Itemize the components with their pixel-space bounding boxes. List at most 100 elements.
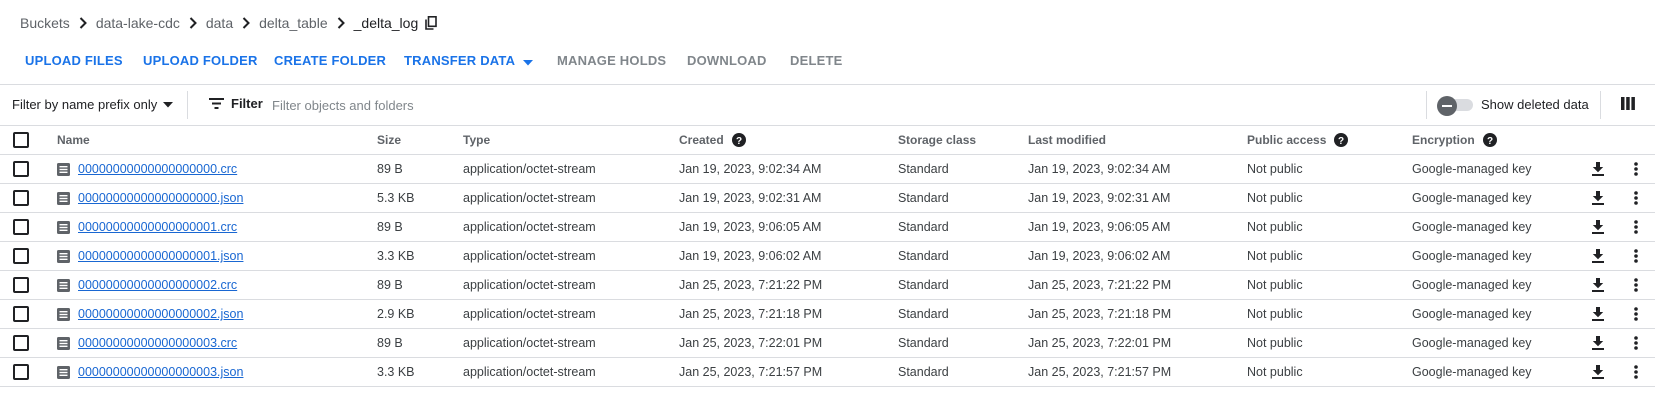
manage-holds-button[interactable]: MANAGE HOLDS: [557, 53, 666, 68]
type-cell: application/octet-stream: [463, 220, 596, 234]
row-checkbox[interactable]: [13, 190, 29, 206]
more-vert-icon[interactable]: [1634, 242, 1638, 270]
delete-button[interactable]: DELETE: [790, 53, 842, 68]
column-header-size[interactable]: Size: [377, 126, 401, 154]
size-cell: 3.3 KB: [377, 365, 415, 379]
download-icon[interactable]: [1592, 213, 1604, 241]
download-icon[interactable]: [1592, 271, 1604, 299]
object-name-link[interactable]: 00000000000000000003.crc: [78, 336, 237, 350]
chevron-right-icon: [189, 17, 197, 29]
row-select-cell: [13, 155, 29, 183]
column-header-created-label: Created: [679, 133, 724, 147]
breadcrumb-buckets[interactable]: Buckets: [20, 15, 70, 31]
filter-prefix-dropdown[interactable]: Filter by name prefix only: [12, 97, 174, 112]
object-name-link[interactable]: 00000000000000000003.json: [78, 365, 243, 379]
column-header-created[interactable]: Created?: [679, 126, 746, 154]
more-vert-icon[interactable]: [1634, 213, 1638, 241]
table-row: 00000000000000000000.json 5.3 KB applicati…: [0, 184, 1655, 213]
file-icon: [57, 191, 70, 205]
row-checkbox[interactable]: [13, 277, 29, 293]
object-name-link[interactable]: 00000000000000000002.crc: [78, 278, 237, 292]
table-header: Name Size Type Created? Storage class La…: [0, 126, 1655, 155]
column-header-name[interactable]: Name: [57, 126, 90, 154]
file-icon: [57, 249, 70, 263]
name-cell: 00000000000000000003.json: [57, 358, 243, 386]
row-checkbox[interactable]: [13, 248, 29, 264]
last-modified-cell: Jan 19, 2023, 9:02:34 AM: [1028, 162, 1171, 176]
chevron-right-icon: [79, 17, 87, 29]
public-access-cell: Not public: [1247, 249, 1303, 263]
download-icon[interactable]: [1592, 300, 1604, 328]
download-icon[interactable]: [1592, 358, 1604, 386]
breadcrumb-data-lake-cdc[interactable]: data-lake-cdc: [96, 15, 180, 31]
encryption-cell: Google-managed key: [1412, 220, 1532, 234]
row-select-cell: [13, 358, 29, 386]
created-cell: Jan 25, 2023, 7:22:01 PM: [679, 336, 823, 350]
file-icon: [57, 278, 70, 292]
type-cell: application/octet-stream: [463, 365, 596, 379]
copy-icon[interactable]: [425, 16, 438, 30]
breadcrumb-delta-table[interactable]: delta_table: [259, 15, 328, 31]
table-row: 00000000000000000003.json 3.3 KB applicati…: [0, 358, 1655, 387]
object-name-link[interactable]: 00000000000000000000.crc: [78, 162, 237, 176]
more-vert-icon[interactable]: [1634, 155, 1638, 183]
breadcrumb-data[interactable]: data: [206, 15, 233, 31]
last-modified-cell: Jan 25, 2023, 7:21:18 PM: [1028, 307, 1172, 321]
last-modified-cell: Jan 25, 2023, 7:21:57 PM: [1028, 365, 1172, 379]
column-header-last-modified[interactable]: Last modified: [1028, 126, 1106, 154]
help-icon[interactable]: ?: [1334, 133, 1349, 147]
upload-files-button[interactable]: UPLOAD FILES: [25, 53, 123, 68]
object-name-link[interactable]: 00000000000000000000.json: [78, 191, 243, 205]
column-header-encryption-label: Encryption: [1412, 133, 1475, 147]
object-name-link[interactable]: 00000000000000000002.json: [78, 307, 243, 321]
column-header-public-access[interactable]: Public access?: [1247, 126, 1349, 154]
row-checkbox[interactable]: [13, 335, 29, 351]
column-display-icon[interactable]: [1621, 97, 1635, 113]
row-checkbox[interactable]: [13, 161, 29, 177]
show-deleted-toggle[interactable]: [1437, 96, 1473, 116]
breadcrumb: Buckets data-lake-cdc data delta_table _…: [20, 13, 438, 33]
encryption-cell: Google-managed key: [1412, 307, 1532, 321]
column-header-type[interactable]: Type: [463, 126, 490, 154]
row-checkbox[interactable]: [13, 364, 29, 380]
create-folder-button[interactable]: CREATE FOLDER: [274, 53, 386, 68]
more-vert-icon[interactable]: [1634, 300, 1638, 328]
type-cell: application/octet-stream: [463, 162, 596, 176]
last-modified-cell: Jan 19, 2023, 9:06:02 AM: [1028, 249, 1171, 263]
download-icon[interactable]: [1592, 242, 1604, 270]
table-row: 00000000000000000001.crc 89 B application/…: [0, 213, 1655, 242]
column-header-storage-class[interactable]: Storage class: [898, 126, 976, 154]
download-icon[interactable]: [1592, 329, 1604, 357]
objects-table: Name Size Type Created? Storage class La…: [0, 126, 1655, 387]
arrow-drop-down-icon: [523, 54, 534, 69]
help-icon[interactable]: ?: [731, 133, 746, 147]
more-vert-icon[interactable]: [1634, 358, 1638, 386]
name-cell: 00000000000000000001.crc: [57, 213, 237, 241]
row-checkbox[interactable]: [13, 306, 29, 322]
type-cell: application/octet-stream: [463, 307, 596, 321]
file-icon: [57, 220, 70, 234]
encryption-cell: Google-managed key: [1412, 191, 1532, 205]
created-cell: Jan 19, 2023, 9:06:02 AM: [679, 249, 822, 263]
more-vert-icon[interactable]: [1634, 271, 1638, 299]
object-name-link[interactable]: 00000000000000000001.crc: [78, 220, 237, 234]
more-vert-icon[interactable]: [1634, 184, 1638, 212]
storage-class-cell: Standard: [898, 307, 949, 321]
table-row: 00000000000000000003.crc 89 B application/…: [0, 329, 1655, 358]
upload-folder-button[interactable]: UPLOAD FOLDER: [143, 53, 258, 68]
chevron-right-icon: [337, 17, 345, 29]
more-vert-icon[interactable]: [1634, 329, 1638, 357]
object-name-link[interactable]: 00000000000000000001.json: [78, 249, 243, 263]
filter-input[interactable]: [272, 92, 1092, 118]
last-modified-cell: Jan 25, 2023, 7:21:22 PM: [1028, 278, 1172, 292]
select-all-checkbox[interactable]: [13, 132, 29, 148]
column-header-encryption[interactable]: Encryption?: [1412, 126, 1497, 154]
help-icon[interactable]: ?: [1482, 133, 1497, 147]
download-icon[interactable]: [1592, 184, 1604, 212]
transfer-data-button[interactable]: TRANSFER DATA: [404, 53, 534, 69]
row-checkbox[interactable]: [13, 219, 29, 235]
download-icon[interactable]: [1592, 155, 1604, 183]
filter-button[interactable]: Filter: [209, 96, 263, 111]
public-access-cell: Not public: [1247, 336, 1303, 350]
download-button[interactable]: DOWNLOAD: [687, 53, 767, 68]
